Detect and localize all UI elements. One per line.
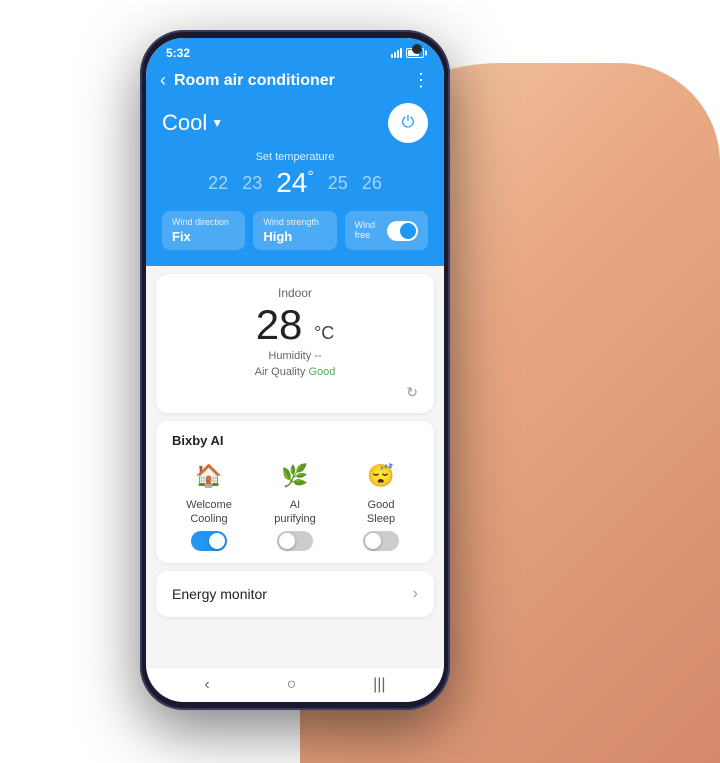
temp-24-active[interactable]: 24° xyxy=(276,167,314,199)
bixby-purifying-label: AIpurifying xyxy=(274,498,316,527)
indoor-air-quality: Air Quality Good xyxy=(172,366,418,378)
bixby-cooling-toggle[interactable] xyxy=(191,531,227,551)
temp-25[interactable]: 25 xyxy=(328,173,348,194)
temp-22[interactable]: 22 xyxy=(208,173,228,194)
temp-26[interactable]: 26 xyxy=(362,173,382,194)
wind-direction-label: Wind direction xyxy=(172,217,235,227)
energy-chevron-icon: › xyxy=(413,585,418,603)
content-area: Indoor 28 °C Humidity -- Air Quality Goo… xyxy=(146,266,444,667)
refresh-row: ↻ xyxy=(172,384,418,401)
wind-free-box: Wind free xyxy=(345,211,428,250)
wind-free-label: Wind free xyxy=(355,220,388,240)
nav-recent-button[interactable]: ||| xyxy=(373,676,385,694)
camera-dot xyxy=(412,44,422,54)
wind-free-toggle[interactable] xyxy=(387,221,418,241)
temperature-row: 22 23 24° 25 26 xyxy=(162,167,428,199)
bixby-item-cooling: 🏠 WelcomeCooling xyxy=(172,458,246,551)
wind-strength-label: Wind strength xyxy=(263,217,326,227)
indoor-temperature: 28 °C xyxy=(172,304,418,346)
phone-inner: 5:32 ‹ xyxy=(146,38,444,702)
indoor-card: Indoor 28 °C Humidity -- Air Quality Goo… xyxy=(156,274,434,413)
control-section: Cool ▼ ⏻ Set temperature 22 23 24° xyxy=(146,103,444,266)
bixby-item-purifying: 🌿 AIpurifying xyxy=(258,458,332,551)
mode-value: Cool xyxy=(162,110,207,136)
app-header: ‹ Room air conditioner ⋮ xyxy=(146,64,444,103)
bixby-card: Bixby AI 🏠 WelcomeCooling 🌿 xyxy=(156,421,434,563)
mode-selector[interactable]: Cool ▼ xyxy=(162,110,223,136)
bixby-purifying-icon: 🌿 xyxy=(277,458,313,494)
bixby-item-sleep: 😴 GoodSleep xyxy=(344,458,418,551)
power-icon: ⏻ xyxy=(402,114,415,132)
bixby-title: Bixby AI xyxy=(172,433,418,448)
bixby-sleep-toggle[interactable] xyxy=(363,531,399,551)
status-bar: 5:32 xyxy=(146,38,444,64)
page-title: Room air conditioner xyxy=(174,72,412,90)
back-button[interactable]: ‹ xyxy=(160,70,166,91)
mode-row: Cool ▼ ⏻ xyxy=(162,103,428,143)
set-temp-label: Set temperature xyxy=(162,151,428,163)
air-quality-value: Good xyxy=(308,366,335,378)
bixby-cooling-label: WelcomeCooling xyxy=(186,498,232,527)
bixby-sleep-label: GoodSleep xyxy=(367,498,395,527)
bixby-purifying-toggle[interactable] xyxy=(277,531,313,551)
temperature-section: Set temperature 22 23 24° 25 26 xyxy=(162,151,428,199)
wind-direction-value: Fix xyxy=(172,229,235,244)
bixby-sleep-icon: 😴 xyxy=(363,458,399,494)
wind-strength-value: High xyxy=(263,229,326,244)
power-button[interactable]: ⏻ xyxy=(388,103,428,143)
screen: 5:32 ‹ xyxy=(146,38,444,702)
bixby-cooling-icon: 🏠 xyxy=(191,458,227,494)
nav-home-button[interactable]: ○ xyxy=(287,676,297,694)
indoor-title: Indoor xyxy=(172,286,418,300)
wind-strength-box[interactable]: Wind strength High xyxy=(253,211,336,250)
wind-row: Wind direction Fix Wind strength High Wi… xyxy=(162,211,428,250)
nav-back-button[interactable]: ‹ xyxy=(204,676,209,694)
bixby-items: 🏠 WelcomeCooling 🌿 AIpurifying xyxy=(172,458,418,551)
phone-shell: 5:32 ‹ xyxy=(140,30,450,710)
wind-direction-box[interactable]: Wind direction Fix xyxy=(162,211,245,250)
indoor-humidity: Humidity -- xyxy=(172,350,418,362)
energy-monitor-row[interactable]: Energy monitor › xyxy=(156,571,434,617)
temp-23[interactable]: 23 xyxy=(242,173,262,194)
indoor-unit: °C xyxy=(314,323,334,343)
energy-monitor-label: Energy monitor xyxy=(172,586,267,602)
refresh-icon[interactable]: ↻ xyxy=(406,384,418,401)
mode-dropdown-icon: ▼ xyxy=(211,116,223,130)
navigation-bar: ‹ ○ ||| xyxy=(146,667,444,702)
wind-free-toggle-knob xyxy=(400,223,416,239)
more-options-icon[interactable]: ⋮ xyxy=(412,70,430,91)
status-time: 5:32 xyxy=(166,46,190,60)
signal-bars-icon xyxy=(391,48,402,58)
